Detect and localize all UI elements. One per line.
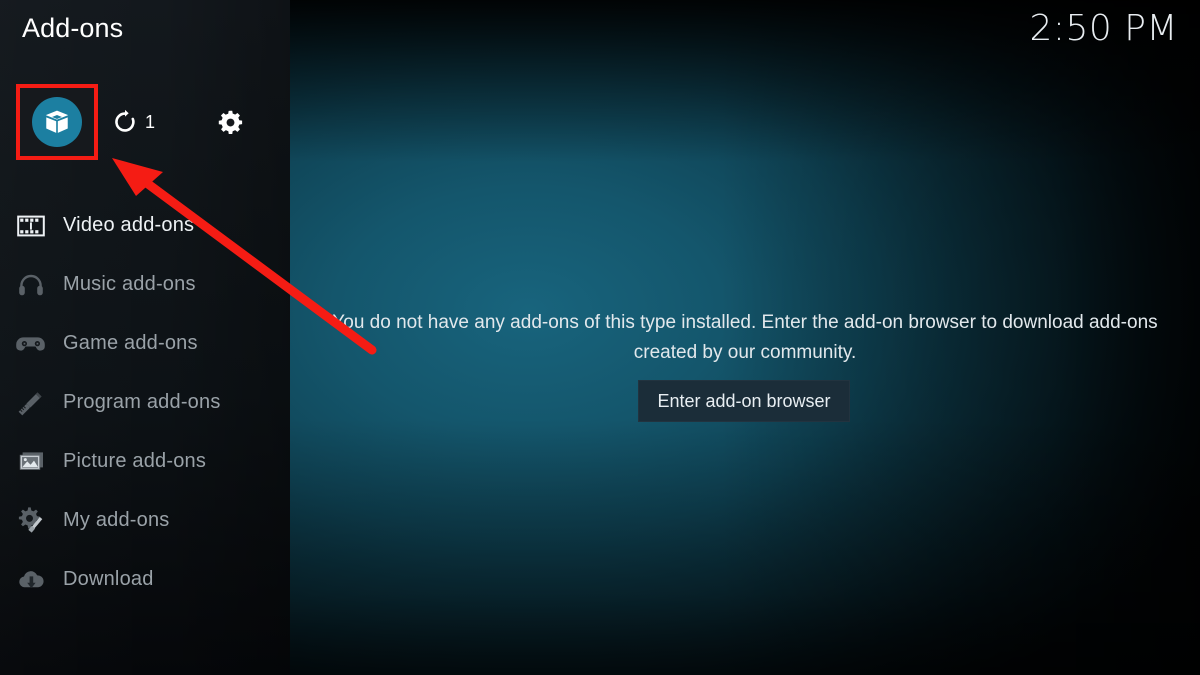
sidebar-item-label: Program add-ons <box>63 391 221 413</box>
headphones-icon <box>14 270 48 300</box>
film-strip-icon <box>14 211 48 241</box>
cloud-download-icon <box>14 565 48 595</box>
pencil-ruler-icon <box>14 388 48 418</box>
page-title: Add-ons <box>22 13 124 43</box>
sidebar-item-label: Game add-ons <box>63 332 198 354</box>
toolbar: 1 <box>0 84 290 162</box>
update-count-badge: 1 <box>145 112 156 132</box>
sidebar-item-download[interactable]: Download <box>0 550 290 609</box>
package-box-icon <box>45 110 69 133</box>
sidebar-menu: Video add-ons Music add-ons Game add-ons… <box>0 196 290 609</box>
sidebar-item-music-add-ons[interactable]: Music add-ons <box>0 255 290 314</box>
refresh-icon <box>115 109 135 132</box>
sidebar-item-label: Picture add-ons <box>63 450 207 472</box>
kodi-addons-screen: Add-ons 2:50 PM 1 Video add-ons Music ad… <box>0 0 1200 675</box>
empty-state-message: You do not have any add-ons of this type… <box>332 312 1158 363</box>
enter-addon-browser-button[interactable]: Enter add-on browser <box>638 380 850 422</box>
sidebar-item-picture-add-ons[interactable]: Picture add-ons <box>0 432 290 491</box>
gear-icon <box>218 110 242 134</box>
sidebar-item-program-add-ons[interactable]: Program add-ons <box>0 373 290 432</box>
addon-browser-circle <box>32 97 82 147</box>
gear-tool-icon <box>14 506 48 536</box>
clock: 2:50 PM <box>1029 8 1178 49</box>
check-updates-button[interactable]: 1 <box>112 100 156 144</box>
sidebar-item-label: My add-ons <box>63 509 170 531</box>
sidebar-item-label: Download <box>63 568 154 590</box>
gamepad-icon <box>14 329 48 359</box>
addon-settings-button[interactable] <box>208 100 252 144</box>
sidebar-item-my-add-ons[interactable]: My add-ons <box>0 491 290 550</box>
sidebar-item-label: Music add-ons <box>63 273 196 295</box>
addon-browser-button[interactable] <box>16 84 98 160</box>
sidebar-item-game-add-ons[interactable]: Game add-ons <box>0 314 290 373</box>
photo-icon <box>14 447 48 477</box>
sidebar-item-label: Video add-ons <box>63 214 195 236</box>
sidebar-item-video-add-ons[interactable]: Video add-ons <box>0 196 290 255</box>
